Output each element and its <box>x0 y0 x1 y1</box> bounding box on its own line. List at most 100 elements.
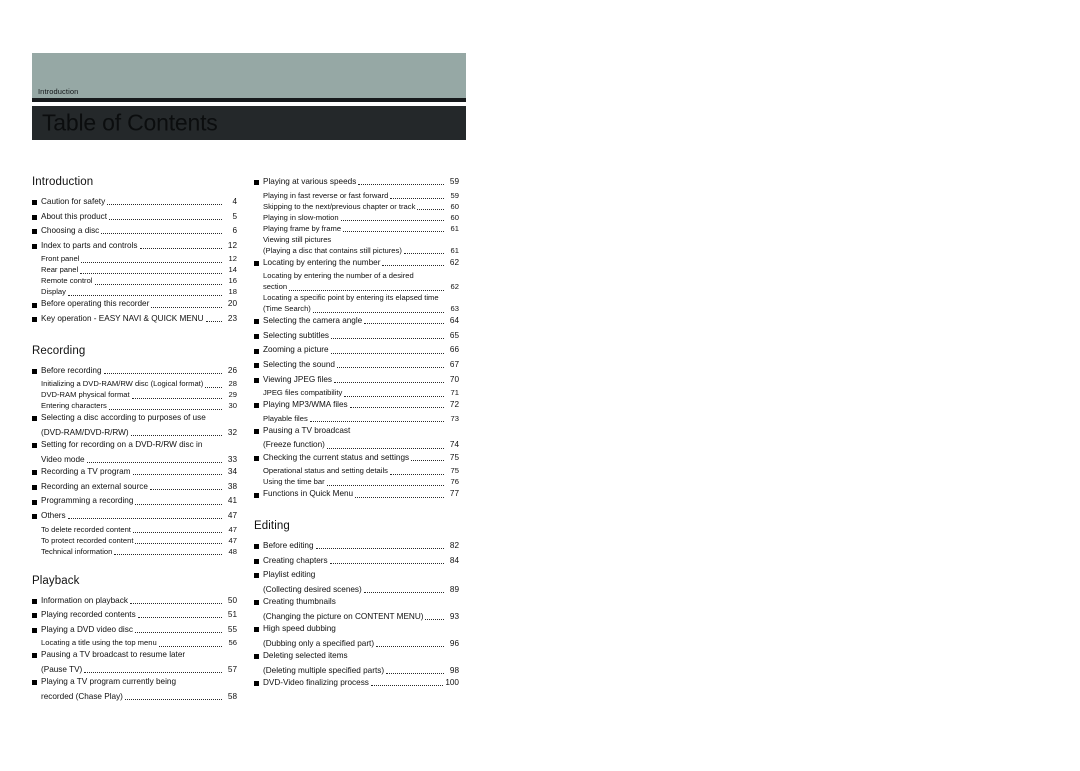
toc-entry-creating-chapters[interactable]: Creating chapters 84 <box>254 555 459 566</box>
toc-entry-display[interactable]: Display 18 <box>32 287 237 297</box>
toc-entry-choosing-a-disc[interactable]: Choosing a disc 6 <box>32 225 237 236</box>
toc-entry-to-protect-recorded-content[interactable]: To protect recorded content 47 <box>32 536 237 546</box>
bullet-square-icon <box>32 627 37 633</box>
toc-entry-operational-status-and-setting-details[interactable]: Operational status and setting details 75 <box>254 466 459 476</box>
toc-entry-dubbing-only-a-specified-part[interactable]: (Dubbing only a specified part) 96 <box>254 638 459 649</box>
toc-entry-caution-for-safety[interactable]: Caution for safety 4 <box>32 196 237 207</box>
toc-entry-viewing-still-pictures[interactable]: Viewing still pictures <box>254 235 459 245</box>
toc-entry-label: To protect recorded content <box>41 535 134 545</box>
toc-entry-page-number: 26 <box>227 365 237 375</box>
toc-entry-locating-a-specific-point-by-entering-its-elap[interactable]: Locating a specific point by entering it… <box>254 293 459 303</box>
toc-entry-deleting-selected-items[interactable]: Deleting selected items <box>254 650 459 661</box>
toc-entry-checking-the-current-status-and-settings[interactable]: Checking the current status and settings… <box>254 452 459 463</box>
leader-dots <box>326 484 444 486</box>
toc-entry-locating-by-entering-the-number-of-a-desired[interactable]: Locating by entering the number of a des… <box>254 271 459 281</box>
toc-entry-creating-thumbnails[interactable]: Creating thumbnails <box>254 596 459 607</box>
toc-entry-label: Playable files <box>263 413 308 423</box>
toc-entry-before-operating-this-recorder[interactable]: Before operating this recorder 20 <box>32 298 237 309</box>
toc-entry-viewing-jpeg-files[interactable]: Viewing JPEG files 70 <box>254 374 459 385</box>
toc-entry-playing-a-dvd-video-disc[interactable]: Playing a DVD video disc 55 <box>32 624 237 635</box>
toc-entry-deleting-multiple-specified-parts[interactable]: (Deleting multiple specified parts) 98 <box>254 665 459 676</box>
toc-entry-entering-characters[interactable]: Entering characters 30 <box>32 401 237 411</box>
toc-entry-programming-a-recording[interactable]: Programming a recording 41 <box>32 495 237 506</box>
toc-entry-to-delete-recorded-content[interactable]: To delete recorded content 47 <box>32 525 237 535</box>
toc-entry-pause-tv[interactable]: (Pause TV) 57 <box>32 664 237 675</box>
toc-entry-information-on-playback[interactable]: Information on playback 50 <box>32 595 237 606</box>
toc-entry-page-number: 67 <box>449 359 459 369</box>
toc-entry-before-recording[interactable]: Before recording 26 <box>32 365 237 376</box>
toc-entry-page-number: 98 <box>449 665 459 675</box>
leader-dots <box>84 671 222 674</box>
toc-entry-rear-panel[interactable]: Rear panel 14 <box>32 265 237 275</box>
header-tab-label: Introduction <box>38 87 79 96</box>
toc-entry-locating-a-title-using-the-top-menu[interactable]: Locating a title using the top menu 56 <box>32 638 237 648</box>
toc-entry-freeze-function[interactable]: (Freeze function) 74 <box>254 439 459 450</box>
leader-dots <box>336 366 444 369</box>
leader-dots <box>358 183 444 186</box>
bullet-square-icon <box>254 544 259 550</box>
toc-entry-playing-recorded-contents[interactable]: Playing recorded contents 51 <box>32 609 237 620</box>
toc-entry-dvd-video-finalizing-process[interactable]: DVD-Video finalizing process 100 <box>254 677 459 688</box>
toc-entry-recording-a-tv-program[interactable]: Recording a TV program 34 <box>32 466 237 477</box>
toc-entry-front-panel[interactable]: Front panel 12 <box>32 254 237 264</box>
toc-entry-before-editing[interactable]: Before editing 82 <box>254 540 459 551</box>
toc-entry-pausing-a-tv-broadcast[interactable]: Pausing a TV broadcast <box>254 425 459 436</box>
toc-entry-key-operation-easy-navi-quick-menu[interactable]: Key operation - EASY NAVI & QUICK MENU 23 <box>32 313 237 324</box>
toc-entry-skipping-to-the-next-previous-chapter-or-track[interactable]: Skipping to the next/previous chapter or… <box>254 202 459 212</box>
toc-entry-label: Recording an external source <box>41 481 148 491</box>
bullet-square-icon <box>254 573 259 579</box>
toc-entry-label: Using the time bar <box>263 477 325 487</box>
toc-entry-selecting-the-sound[interactable]: Selecting the sound 67 <box>254 359 459 370</box>
toc-entry-playing-in-fast-reverse-or-fast-forward[interactable]: Playing in fast reverse or fast forward 5… <box>254 191 459 201</box>
toc-entry-using-the-time-bar[interactable]: Using the time bar 76 <box>254 477 459 487</box>
toc-entry-time-search[interactable]: (Time Search) 63 <box>254 304 459 314</box>
toc-entry-changing-the-picture-on-content-menu[interactable]: (Changing the picture on CONTENT MENU) 93 <box>254 611 459 622</box>
toc-entry-page-number: 47 <box>227 510 237 520</box>
toc-entry-collecting-desired-scenes[interactable]: (Collecting desired scenes) 89 <box>254 584 459 595</box>
toc-entry-video-mode[interactable]: Video mode 33 <box>32 454 237 465</box>
toc-entry-playing-in-slow-motion[interactable]: Playing in slow-motion 60 <box>254 213 459 223</box>
toc-entry-label: section <box>263 282 288 292</box>
toc-entry-about-this-product[interactable]: About this product 5 <box>32 211 237 222</box>
toc-entry-dvd-ram-physical-format[interactable]: DVD-RAM physical format 29 <box>32 390 237 400</box>
toc-entry-page-number: 55 <box>227 624 237 634</box>
leader-dots <box>131 397 222 399</box>
toc-entry-playing-frame-by-frame[interactable]: Playing frame by frame 61 <box>254 224 459 234</box>
toc-entry-dvd-ram-dvd-r-rw[interactable]: (DVD-RAM/DVD-R/RW) 32 <box>32 427 237 438</box>
toc-entry-page-number: 62 <box>449 257 459 267</box>
toc-entry-locating-by-entering-the-number[interactable]: Locating by entering the number 62 <box>254 257 459 268</box>
toc-entry-others[interactable]: Others 47 <box>32 510 237 521</box>
toc-entry-high-speed-dubbing[interactable]: High speed dubbing <box>254 623 459 634</box>
toc-entry-index-to-parts-and-controls[interactable]: Index to parts and controls 12 <box>32 240 237 251</box>
toc-entry-playing-at-various-speeds[interactable]: Playing at various speeds 59 <box>254 176 459 187</box>
bullet-square-icon <box>32 613 37 619</box>
toc-entry-section[interactable]: section 62 <box>254 282 459 292</box>
toc-entry-recorded-chase-play[interactable]: recorded (Chase Play) 58 <box>32 691 237 702</box>
toc-entry-label: (Changing the picture on CONTENT MENU) <box>263 611 424 621</box>
toc-entry-recording-an-external-source[interactable]: Recording an external source 38 <box>32 481 237 492</box>
bullet-square-icon <box>32 200 37 206</box>
toc-entry-label: (Playing a disc that contains still pict… <box>263 245 402 255</box>
toc-entry-playable-files[interactable]: Playable files 73 <box>254 414 459 424</box>
toc-entry-setting-for-recording-on-a-dvd-r-rw-disc-in[interactable]: Setting for recording on a DVD-R/RW disc… <box>32 439 237 450</box>
toc-entry-playlist-editing[interactable]: Playlist editing <box>254 569 459 580</box>
toc-entry-playing-a-tv-program-currently-being[interactable]: Playing a TV program currently being <box>32 676 237 687</box>
toc-entry-jpeg-files-compatibility[interactable]: JPEG files compatibility 71 <box>254 388 459 398</box>
toc-entry-initializing-a-dvd-ram-rw-disc-logical-format[interactable]: Initializing a DVD-RAM/RW disc (Logical … <box>32 379 237 389</box>
leader-dots <box>205 320 222 323</box>
toc-entry-playing-mp3-wma-files[interactable]: Playing MP3/WMA files 72 <box>254 399 459 410</box>
toc-entry-remote-control[interactable]: Remote control 16 <box>32 276 237 286</box>
toc-entry-zooming-a-picture[interactable]: Zooming a picture 66 <box>254 344 459 355</box>
toc-entry-page-number: 73 <box>450 413 459 423</box>
toc-entry-selecting-subtitles[interactable]: Selecting subtitles 65 <box>254 330 459 341</box>
toc-entry-playing-a-disc-that-contains-still-pictures[interactable]: (Playing a disc that contains still pict… <box>254 246 459 256</box>
toc-entry-functions-in-quick-menu[interactable]: Functions in Quick Menu 77 <box>254 488 459 499</box>
toc-entry-technical-information[interactable]: Technical information 48 <box>32 547 237 557</box>
toc-entry-label: Playlist editing <box>263 570 316 580</box>
toc-entry-selecting-the-camera-angle[interactable]: Selecting the camera angle 64 <box>254 315 459 326</box>
toc-entry-label: Creating thumbnails <box>263 597 336 607</box>
toc-entry-selecting-a-disc-according-to-purposes-of-use[interactable]: Selecting a disc according to purposes o… <box>32 412 237 423</box>
toc-entry-label: Selecting the sound <box>263 359 335 369</box>
leader-dots <box>364 322 444 325</box>
toc-entry-pausing-a-tv-broadcast-to-resume-later[interactable]: Pausing a TV broadcast to resume later <box>32 649 237 660</box>
